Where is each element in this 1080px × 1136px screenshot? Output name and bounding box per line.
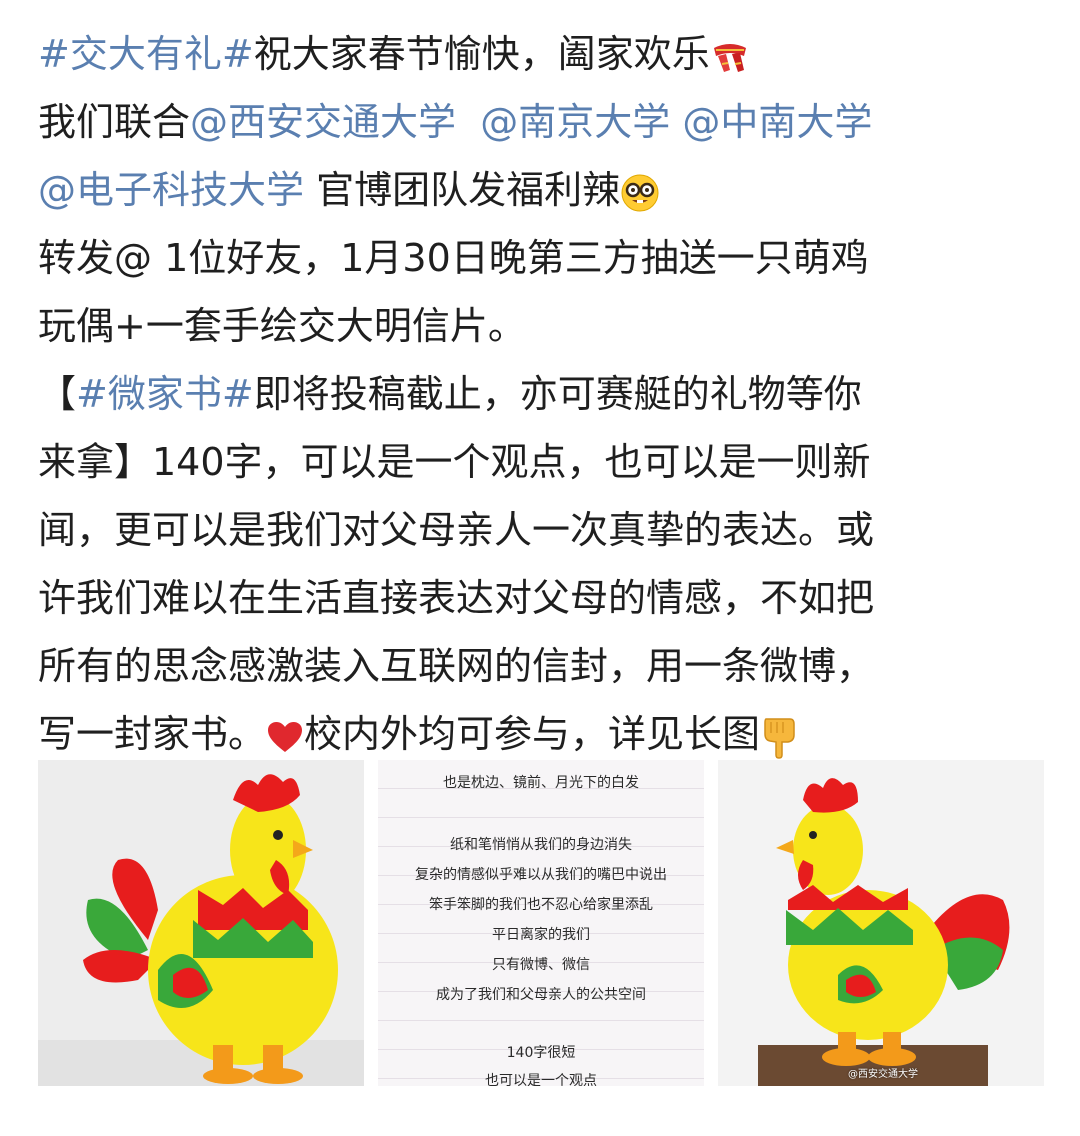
post-text-segment: 祝大家春节愉快，阖家欢乐	[253, 32, 710, 76]
hashtag-link[interactable]: #交大有礼#	[38, 32, 254, 76]
image-gallery: 也是枕边、镜前、月光下的白发 纸和笔悄悄从我们的身边消失 复杂的情感似乎难以从我…	[38, 760, 1044, 1086]
rooster-plush-image-2[interactable]: @西安交通大学	[718, 760, 1044, 1086]
long-image-preview[interactable]: 也是枕边、镜前、月光下的白发 纸和笔悄悄从我们的身边消失 复杂的情感似乎难以从我…	[378, 760, 704, 1086]
post-line-2: 我们联合@西安交通大学 @南京大学 @中南大学	[38, 88, 1048, 156]
post-line-3: @电子科技大学 官博团队发福利辣	[38, 156, 1048, 224]
post-text-segment: 即将投稿截止，亦可赛艇的礼物等你	[253, 372, 862, 416]
mention-xjtu-link[interactable]: @西安交通大学	[190, 100, 456, 144]
post-text-segment: 校内外均可参与，详见长图	[304, 712, 761, 756]
letter-line: 也可以是一个观点	[485, 1073, 597, 1086]
post-line-6: 【#微家书#即将投稿截止，亦可赛艇的礼物等你	[38, 360, 1048, 428]
letter-line: 笨手笨脚的我们也不忍心给家里添乱	[429, 897, 653, 913]
post-line-9: 许我们难以在生活直接表达对父母的情感，不如把	[38, 576, 875, 620]
pointing-down-icon	[764, 717, 795, 759]
scarf-icon	[713, 43, 746, 72]
rooster-plush-drawing	[38, 760, 364, 1086]
letter-line: 只有微博、微信	[492, 957, 590, 973]
nerd-face-icon	[621, 174, 659, 211]
heart-icon	[268, 721, 303, 752]
letter-line: 平日离家的我们	[492, 927, 590, 943]
post-line-11: 写一封家书。 校内外均可参与，详见长图	[38, 700, 1048, 768]
letter-line: 成为了我们和父母亲人的公共空间	[436, 987, 646, 1003]
post-line-4: 转发@ 1位好友，1月30日晚第三方抽送一只萌鸡	[38, 236, 869, 280]
letter-line: 复杂的情感似乎难以从我们的嘴巴中说出	[415, 867, 667, 883]
post-text-segment: 写一封家书。	[38, 712, 267, 756]
post-text-segment: 【	[38, 372, 77, 416]
rooster-plush-image-1[interactable]	[38, 760, 364, 1086]
letter-background	[378, 760, 704, 1086]
post-text: #交大有礼#祝大家春节愉快，阖家欢乐 我们联合@西安交通大学 @南京大学 @中南…	[38, 20, 1048, 768]
post-line-7: 来拿】140字，可以是一个观点，也可以是一则新	[38, 440, 871, 484]
image-watermark: @西安交通大学	[848, 1069, 918, 1080]
post-line-5: 玩偶+一套手绘交大明信片。	[38, 304, 526, 348]
mention-nju-link[interactable]: @南京大学	[480, 100, 670, 144]
hashtag-link[interactable]: #微家书#	[76, 372, 254, 416]
mention-uestc-link[interactable]: @电子科技大学	[38, 168, 304, 212]
rooster-plush-drawing	[718, 760, 1044, 1086]
post-line-10: 所有的思念感激装入互联网的信封，用一条微博，	[38, 644, 875, 688]
letter-line: 纸和笔悄悄从我们的身边消失	[450, 837, 632, 853]
post-text-segment: 我们联合	[38, 100, 191, 144]
letter-line: 也是枕边、镜前、月光下的白发	[443, 775, 639, 791]
post-line-1: #交大有礼#祝大家春节愉快，阖家欢乐	[38, 20, 1048, 88]
post-line-8: 闻，更可以是我们对父母亲人一次真挚的表达。或	[38, 508, 875, 552]
mention-csu-link[interactable]: @中南大学	[682, 100, 872, 144]
letter-line: 140字很短	[506, 1045, 576, 1061]
post-text-segment: 官博团队发福利辣	[316, 168, 621, 212]
